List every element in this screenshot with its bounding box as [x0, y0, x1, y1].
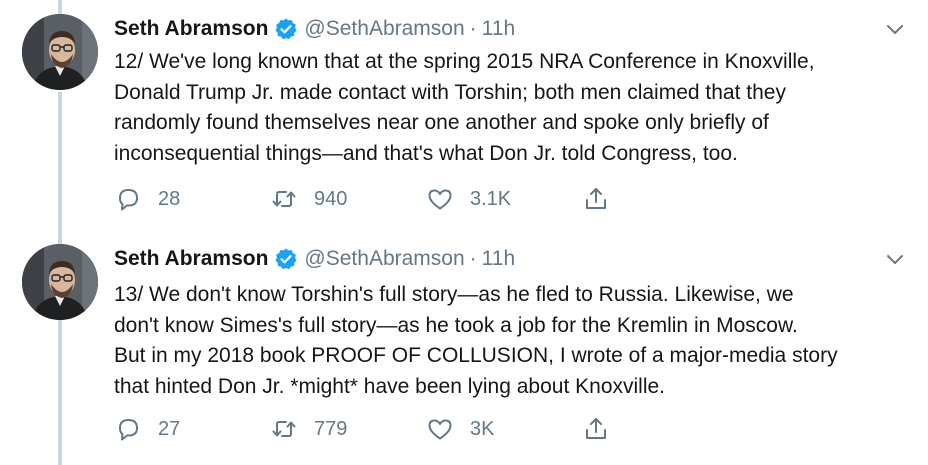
tweet-text-line: inconsequential things—and that's what D…	[114, 141, 738, 165]
thread-connector-line	[58, 0, 62, 14]
tweet[interactable]: Seth Abramson @SethAbramson · 11h 12/ We…	[0, 14, 928, 234]
verified-badge-icon	[274, 247, 298, 271]
verified-badge-icon	[274, 17, 298, 41]
avatar[interactable]	[22, 14, 98, 90]
tweet-header: Seth Abramson @SethAbramson · 11h	[114, 244, 515, 274]
tweet-timestamp[interactable]: 11h	[482, 247, 515, 271]
tweet-text-line: don't know Simes's full story—as he took…	[114, 313, 798, 337]
tweet-text: 13/ We don't know Torshin's full story—a…	[114, 280, 914, 402]
share-button[interactable]	[582, 185, 738, 213]
separator-dot: ·	[469, 247, 477, 270]
retweet-button[interactable]: 779	[270, 415, 426, 443]
chevron-down-icon[interactable]	[884, 18, 906, 40]
reply-icon	[119, 419, 138, 441]
tweet-timestamp[interactable]: 11h	[482, 17, 515, 41]
reply-icon	[119, 189, 138, 211]
tweet-header: Seth Abramson @SethAbramson · 11h	[114, 14, 515, 44]
author-name[interactable]: Seth Abramson	[114, 247, 268, 271]
share-icon	[586, 188, 606, 209]
heart-icon	[428, 419, 452, 440]
tweet-text-line: randomly found themselves near one anoth…	[114, 111, 769, 134]
author-handle[interactable]: @SethAbramson	[304, 17, 464, 41]
reply-count: 28	[158, 187, 181, 210]
retweet-count: 779	[314, 417, 348, 440]
like-count: 3K	[470, 417, 495, 440]
like-button[interactable]: 3K	[426, 415, 582, 443]
author-handle[interactable]: @SethAbramson	[304, 247, 464, 271]
tweet-text: 12/ We've long known that at the spring …	[114, 47, 914, 169]
heart-icon	[428, 189, 452, 210]
share-icon	[586, 418, 606, 439]
separator-dot: ·	[469, 17, 477, 40]
tweet-text-line: But in my 2018 book PROOF OF COLLUSION, …	[114, 344, 838, 367]
reply-count: 27	[158, 417, 181, 440]
retweet-button[interactable]: 940	[270, 185, 426, 213]
tweet[interactable]: Seth Abramson @SethAbramson · 11h 13/ We…	[0, 244, 928, 465]
tweet-text-line: 12/ We've long known that at the spring …	[114, 50, 815, 73]
tweet-thread: Seth Abramson @SethAbramson · 11h 12/ We…	[0, 0, 928, 465]
retweet-icon	[272, 191, 296, 207]
tweet-text-line: 13/ We don't know Torshin's full story—a…	[114, 283, 794, 306]
author-name[interactable]: Seth Abramson	[114, 17, 268, 41]
chevron-down-icon[interactable]	[884, 248, 906, 270]
reply-button[interactable]: 28	[114, 185, 270, 213]
avatar[interactable]	[22, 244, 98, 320]
tweet-text-line: that hinted Don Jr. *might* have been ly…	[114, 374, 666, 398]
reply-button[interactable]: 27	[114, 415, 270, 443]
retweet-count: 940	[314, 187, 348, 210]
avatar-image	[22, 244, 98, 320]
like-count: 3.1K	[470, 187, 512, 210]
share-button[interactable]	[582, 415, 738, 443]
tweet-actions: 27 779 3K	[114, 414, 738, 444]
like-button[interactable]: 3.1K	[426, 185, 582, 213]
tweet-text-line: Donald Trump Jr. made contact with Torsh…	[114, 80, 786, 104]
retweet-icon	[272, 421, 296, 437]
tweet-actions: 28 940 3.1K	[114, 184, 738, 214]
avatar-image	[22, 14, 98, 90]
